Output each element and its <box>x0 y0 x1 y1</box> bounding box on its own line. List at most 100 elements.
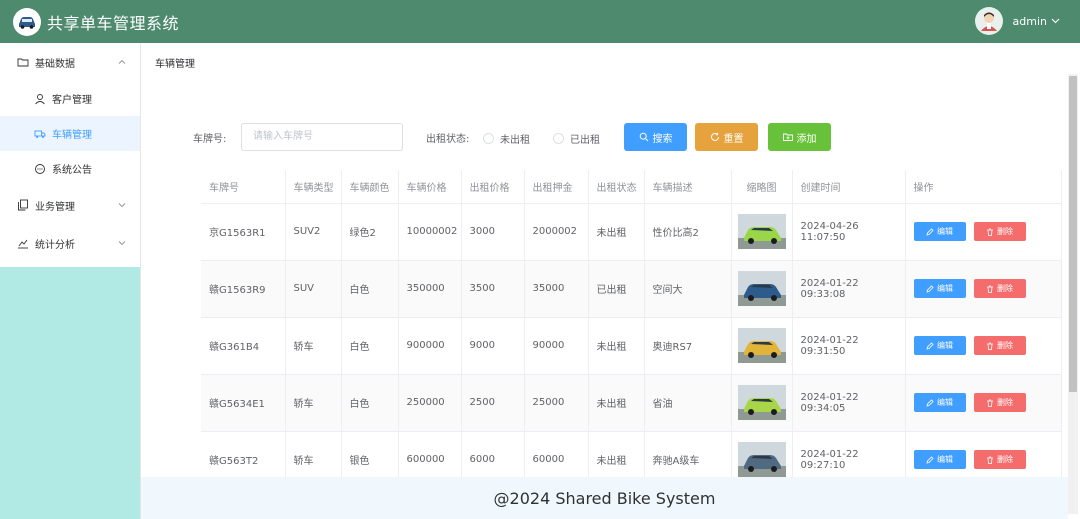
plate-cell: 京G1563R1 <box>201 203 286 261</box>
deposit-cell: 25000 <box>524 374 589 432</box>
copy-icon <box>17 199 29 211</box>
main-content: 车辆管理 车牌号: 请输入车牌号 出租状态: 未出租 已出租 搜索 重置 添加 … <box>141 43 1080 489</box>
edit-button[interactable]: 编辑 <box>913 279 966 298</box>
delete-button-label: 删除 <box>997 227 1013 236</box>
delete-button-label: 删除 <box>997 341 1013 350</box>
edit-button-label: 编辑 <box>937 227 953 236</box>
plate-cell: 赣G361B4 <box>201 317 286 375</box>
delete-button[interactable]: 删除 <box>973 279 1026 298</box>
created-time-cell: 2024-01-22 09:34:05 <box>792 374 906 432</box>
chat-icon <box>34 163 46 175</box>
trash-icon <box>986 228 994 236</box>
plate-search-input[interactable]: 请输入车牌号 <box>241 123 403 151</box>
table-row: 赣G361B4 轿车 白色 900000 9000 90000 未出租 奥迪RS7 2024-0… <box>201 317 1062 375</box>
table-row: 京G1563R1 SUV2 绿色2 10000002 3000 2000002 未出租 性价比… <box>201 203 1062 261</box>
delete-button[interactable]: 删除 <box>973 336 1026 355</box>
vehicle-table: 车牌号 车辆类型 车辆颜色 车辆价格 出租价格 出租押金 出租状态 车辆描述 缩… <box>201 170 1062 489</box>
chevron-down-icon[interactable] <box>1051 18 1060 24</box>
folder-add-icon <box>782 132 793 142</box>
reset-button-label: 重置 <box>723 133 744 145</box>
sidebar-item-label: 基础数据 <box>35 58 75 70</box>
column-header: 车辆描述 <box>644 170 732 204</box>
page-scrollbar[interactable] <box>1068 74 1078 514</box>
color-cell: 白色 <box>341 260 399 318</box>
radio-label: 未出租 <box>500 135 530 146</box>
type-cell: SUV <box>285 260 342 318</box>
plate-placeholder: 请输入车牌号 <box>253 131 313 142</box>
car-thumbnail-image[interactable] <box>737 328 786 363</box>
scrollbar-thumb[interactable] <box>1069 76 1077 392</box>
delete-button[interactable]: 删除 <box>973 450 1026 469</box>
sidebar-item-announcements[interactable]: 系统公告 <box>0 151 140 186</box>
refresh-icon <box>710 132 720 142</box>
user-icon <box>34 93 46 105</box>
sidebar-item-vehicles[interactable]: 车辆管理 <box>0 116 140 151</box>
edit-icon <box>926 227 934 236</box>
status-cell: 未出租 <box>588 203 645 261</box>
sidebar: 基础数据 客户管理 车辆管理 系统公告 业务管理 统计分析 <box>0 43 141 519</box>
car-thumbnail-image[interactable] <box>737 442 786 477</box>
app-title: 共享单车管理系统 <box>47 13 180 33</box>
add-button-label: 添加 <box>796 133 817 145</box>
table-row: 赣G5634E1 轿车 白色 250000 2500 25000 未出租 省油 2024-01-… <box>201 374 1062 432</box>
column-header: 车辆价格 <box>398 170 462 204</box>
column-header: 缩略图 <box>731 170 793 204</box>
thumbnail-cell <box>731 203 793 261</box>
trash-icon <box>986 342 994 350</box>
add-button[interactable]: 添加 <box>768 123 831 151</box>
delete-button[interactable]: 删除 <box>973 222 1026 241</box>
search-button-label: 搜索 <box>652 133 673 145</box>
status-label: 出租状态: <box>426 134 470 145</box>
footer: @2024 Shared Bike System <box>141 477 1068 519</box>
actions-cell: 编辑 删除 <box>905 374 1062 432</box>
radio-circle-icon <box>553 133 564 144</box>
edit-button[interactable]: 编辑 <box>913 450 966 469</box>
type-cell: 轿车 <box>285 374 342 432</box>
table-header-row: 车牌号 车辆类型 车辆颜色 车辆价格 出租价格 出租押金 出租状态 车辆描述 缩… <box>201 170 1062 204</box>
column-header: 车辆类型 <box>285 170 342 204</box>
avatar[interactable] <box>974 7 1003 35</box>
column-header: 出租状态 <box>588 170 645 204</box>
type-cell: SUV2 <box>285 203 342 261</box>
radio-label: 已出租 <box>570 135 600 146</box>
description-cell: 奥迪RS7 <box>644 317 732 375</box>
rent-price-cell: 3000 <box>461 203 525 261</box>
delete-button[interactable]: 删除 <box>973 393 1026 412</box>
edit-button[interactable]: 编辑 <box>913 222 966 241</box>
truck-icon <box>34 128 46 140</box>
deposit-cell: 2000002 <box>524 203 589 261</box>
username[interactable]: admin <box>1013 15 1047 28</box>
status-radio-not-rented[interactable]: 未出租 <box>483 131 530 146</box>
reset-button[interactable]: 重置 <box>695 123 758 151</box>
edit-button[interactable]: 编辑 <box>913 336 966 355</box>
sidebar-item-statistics[interactable]: 统计分析 <box>0 224 140 262</box>
description-cell: 省油 <box>644 374 732 432</box>
column-header: 车牌号 <box>201 170 286 204</box>
edit-button[interactable]: 编辑 <box>913 393 966 412</box>
status-cell: 已出租 <box>588 260 645 318</box>
car-thumbnail-image[interactable] <box>737 271 786 306</box>
user-menu[interactable]: admin <box>974 7 1060 35</box>
search-icon <box>639 132 649 142</box>
sidebar-item-customers[interactable]: 客户管理 <box>0 81 140 116</box>
chevron-down-icon <box>118 241 126 246</box>
car-thumbnail-image[interactable] <box>737 214 786 249</box>
breadcrumb: 车辆管理 <box>155 59 195 70</box>
edit-icon <box>926 341 934 350</box>
created-time-cell: 2024-01-22 09:33:08 <box>792 260 906 318</box>
edit-button-label: 编辑 <box>937 398 953 407</box>
status-radio-rented[interactable]: 已出租 <box>553 131 600 146</box>
sidebar-item-label: 业务管理 <box>35 201 75 213</box>
thumbnail-cell <box>731 317 793 375</box>
table-row: 赣G1563R9 SUV 白色 350000 3500 35000 已出租 空间大 2024-0… <box>201 260 1062 318</box>
sidebar-item-business[interactable]: 业务管理 <box>0 186 140 224</box>
trash-icon <box>986 285 994 293</box>
delete-button-label: 删除 <box>997 398 1013 407</box>
thumbnail-cell <box>731 374 793 432</box>
car-logo-icon <box>13 7 41 36</box>
search-button[interactable]: 搜索 <box>624 123 687 151</box>
edit-icon <box>926 284 934 293</box>
actions-cell: 编辑 删除 <box>905 260 1062 318</box>
sidebar-item-basic-data[interactable]: 基础数据 <box>0 43 140 81</box>
car-thumbnail-image[interactable] <box>737 385 786 420</box>
